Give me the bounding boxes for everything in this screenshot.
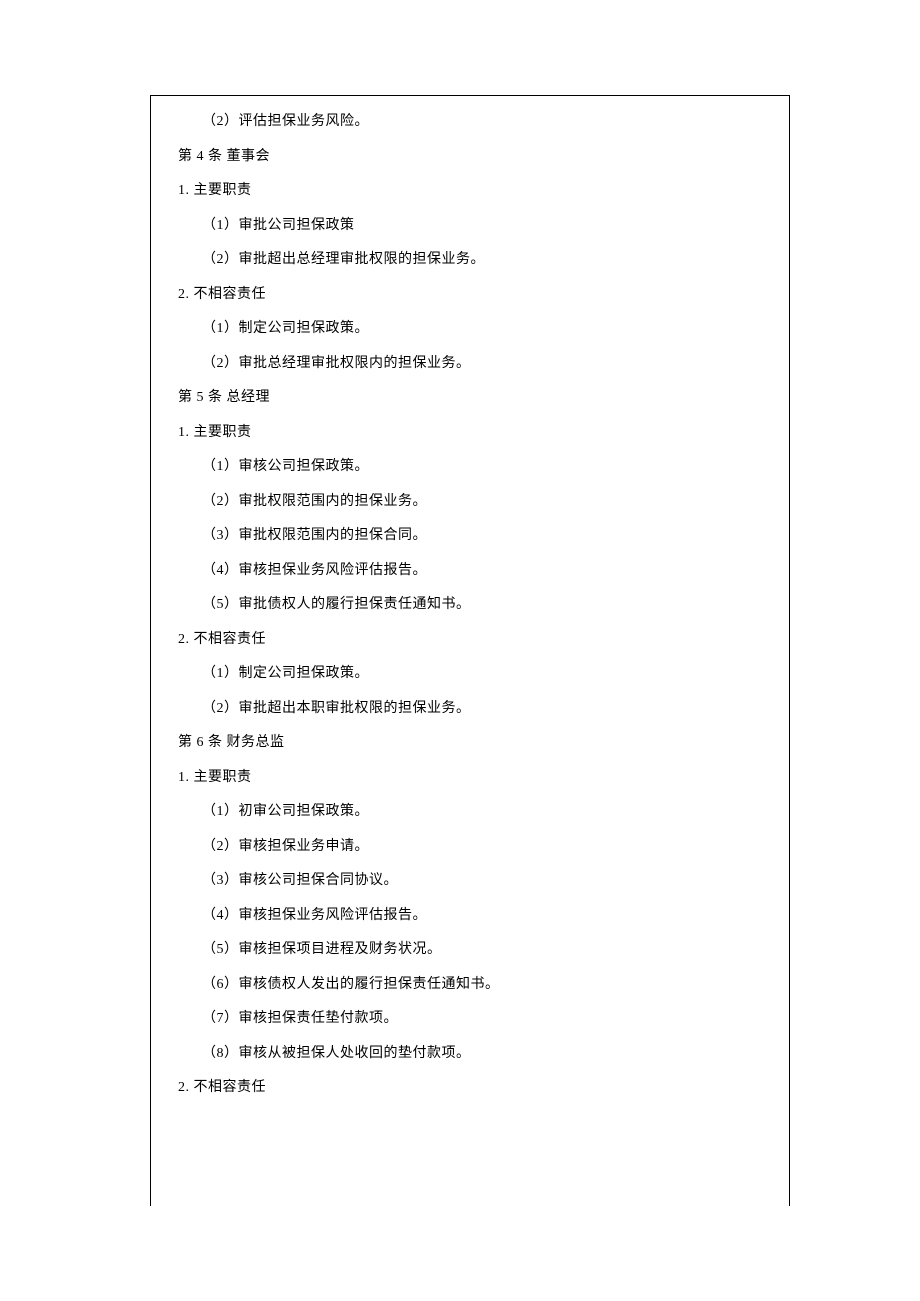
text-line: 1. 主要职责 <box>178 771 762 785</box>
text-line: （2）评估担保业务风险。 <box>178 115 762 129</box>
text-line: （2）审批超出总经理审批权限的担保业务。 <box>178 253 762 267</box>
text-line: （4）审核担保业务风险评估报告。 <box>178 564 762 578</box>
document-body: （2）评估担保业务风险。 第 4 条 董事会 1. 主要职责 （1）审批公司担保… <box>150 95 790 1136</box>
text-line: （1）初审公司担保政策。 <box>178 805 762 819</box>
text-line: 2. 不相容责任 <box>178 288 762 302</box>
text-line: （3）审批权限范围内的担保合同。 <box>178 529 762 543</box>
text-line: （1）审核公司担保政策。 <box>178 460 762 474</box>
text-line: （1）制定公司担保政策。 <box>178 667 762 681</box>
text-line: 第 4 条 董事会 <box>178 150 762 164</box>
text-line: 2. 不相容责任 <box>178 633 762 647</box>
text-line: （3）审核公司担保合同协议。 <box>178 874 762 888</box>
text-line: （2）审批超出本职审批权限的担保业务。 <box>178 702 762 716</box>
text-line: （1）审批公司担保政策 <box>178 219 762 233</box>
text-line: （2）审批总经理审批权限内的担保业务。 <box>178 357 762 371</box>
text-line: （2）审核担保业务申请。 <box>178 840 762 854</box>
text-line: （4）审核担保业务风险评估报告。 <box>178 909 762 923</box>
text-line: （2）审批权限范围内的担保业务。 <box>178 495 762 509</box>
text-line: 1. 主要职责 <box>178 426 762 440</box>
text-line: （1）制定公司担保政策。 <box>178 322 762 336</box>
text-line: 第 5 条 总经理 <box>178 391 762 405</box>
text-line: （5）审核担保项目进程及财务状况。 <box>178 943 762 957</box>
text-line: 第 6 条 财务总监 <box>178 736 762 750</box>
text-line: 1. 主要职责 <box>178 184 762 198</box>
text-line: （5）审批债权人的履行担保责任通知书。 <box>178 598 762 612</box>
text-line: （6）审核债权人发出的履行担保责任通知书。 <box>178 978 762 992</box>
text-line: （7）审核担保责任垫付款项。 <box>178 1012 762 1026</box>
text-line: （8）审核从被担保人处收回的垫付款项。 <box>178 1047 762 1061</box>
text-line: 2. 不相容责任 <box>178 1081 762 1095</box>
